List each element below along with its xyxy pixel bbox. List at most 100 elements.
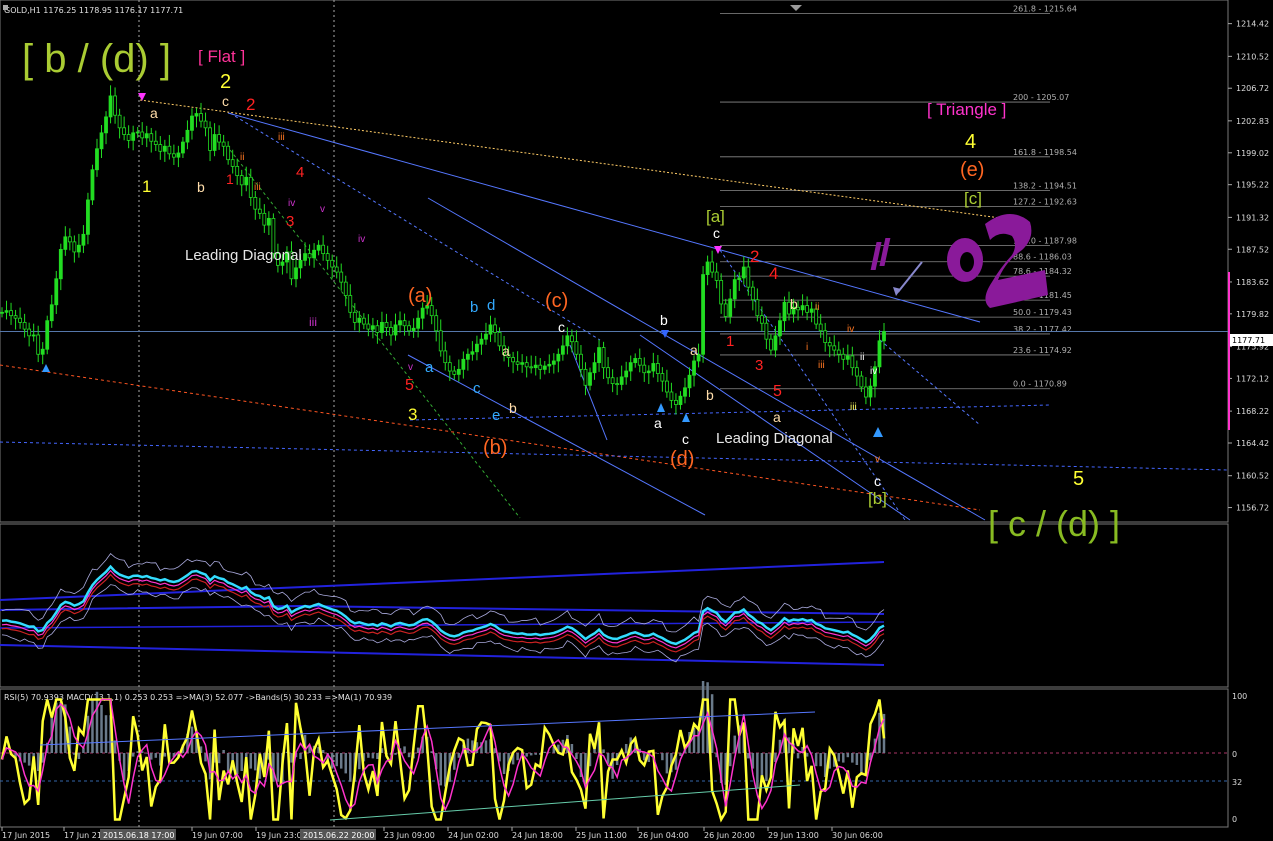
candle-body xyxy=(239,175,244,186)
price-tick-label: 1172.12 xyxy=(1236,374,1269,383)
candle-body xyxy=(221,141,226,147)
wave-mark: c xyxy=(682,431,689,447)
bracket-b-label: [b] xyxy=(868,489,887,508)
candle-body xyxy=(0,311,4,314)
wave-mark: iv xyxy=(358,234,365,245)
candle-body xyxy=(714,271,719,281)
candle-body xyxy=(832,345,837,351)
wave-mark: a xyxy=(425,359,434,376)
price-tick-label: 1191.32 xyxy=(1236,213,1269,222)
candle-body xyxy=(511,357,516,363)
time-highlight-label: 2015.06.18 17:00 xyxy=(103,831,174,840)
candle-body xyxy=(759,315,764,324)
candle-body xyxy=(674,399,678,405)
candle-body xyxy=(470,351,475,355)
candle-body xyxy=(542,365,547,370)
candle-body xyxy=(348,295,353,313)
candle-body xyxy=(755,299,760,317)
current-price-value: 1177.71 xyxy=(1232,336,1265,345)
candle-body xyxy=(104,116,108,134)
candle-body xyxy=(22,321,27,330)
price-tick-label: 1195.22 xyxy=(1236,181,1269,190)
paren-a-label: (a) xyxy=(408,285,432,307)
candle-body xyxy=(664,380,669,393)
wave-mark: 1 xyxy=(726,333,734,350)
candle-body xyxy=(257,208,262,214)
wave-mark: b xyxy=(470,299,478,316)
fib-level-label: 50.0 - 1179.43 xyxy=(1013,308,1072,317)
candle-body xyxy=(859,375,864,388)
candle-body xyxy=(705,261,710,275)
candle-body xyxy=(208,127,212,151)
candle-body xyxy=(655,363,660,374)
candle-body xyxy=(81,233,86,246)
candle-body xyxy=(588,372,592,386)
candle-body xyxy=(823,330,828,343)
candle-body xyxy=(597,347,601,364)
candle-body xyxy=(230,159,235,167)
time-tick-label: 24 Jun 18:00 xyxy=(512,831,563,840)
candle-body xyxy=(253,197,258,210)
candle-body xyxy=(176,152,181,158)
price-tick-label: 1179.82 xyxy=(1236,310,1269,319)
candle-body xyxy=(438,330,443,352)
candle-body xyxy=(95,148,99,171)
wave-mark: 5 xyxy=(1073,468,1084,490)
candle-body xyxy=(9,310,13,317)
leading-diagonal-label-1: Leading Diagonal xyxy=(185,247,302,264)
candle-body xyxy=(343,281,348,296)
candle-body xyxy=(570,335,574,343)
candle-body xyxy=(330,259,335,268)
time-tick-label: 24 Jun 02:00 xyxy=(448,831,499,840)
price-tick-label: 1214.42 xyxy=(1236,20,1269,29)
candle-body xyxy=(628,362,633,372)
candle-body xyxy=(484,333,488,340)
fib-level-label: 38.2 - 1177.42 xyxy=(1013,325,1072,334)
candle-body xyxy=(370,325,375,330)
candle-body xyxy=(76,244,81,253)
wave-mark: c xyxy=(558,319,565,335)
candle-body xyxy=(805,305,810,313)
header-arrow-icon xyxy=(3,5,8,10)
wave-mark: 4 xyxy=(965,131,976,153)
candle-body xyxy=(380,321,384,333)
fib-level-label: 0.0 - 1170.89 xyxy=(1013,380,1067,389)
wave-mark: c xyxy=(222,93,229,109)
candle-body xyxy=(882,331,886,342)
wave-mark: b xyxy=(197,179,205,195)
candle-body xyxy=(728,298,733,317)
candle-body xyxy=(149,133,154,142)
candle-body xyxy=(407,325,411,332)
time-tick-label: 19 Jun 23:00 xyxy=(256,831,307,840)
price-tick-label: 1187.52 xyxy=(1236,245,1269,254)
candle-body xyxy=(99,132,104,150)
candle-body xyxy=(610,377,615,385)
wave-mark: iii xyxy=(278,132,285,143)
candle-body xyxy=(398,320,402,326)
candle-body xyxy=(13,315,18,319)
rsi-axis: 100 0 32 0 xyxy=(1232,692,1247,824)
rsi-tick-bottom: 0 xyxy=(1232,815,1237,824)
candle-body xyxy=(601,347,606,369)
wave-mark: a xyxy=(690,342,698,358)
candle-body xyxy=(126,134,131,141)
wave-mark: 5 xyxy=(773,383,782,400)
price-tick-label: 1202.83 xyxy=(1236,117,1269,126)
wave-mark: b xyxy=(660,312,668,328)
candle-body xyxy=(108,95,113,118)
candle-body xyxy=(226,145,231,161)
candle-body xyxy=(692,360,696,376)
wave-mark: 2 xyxy=(750,247,759,266)
wave-mark: 4 xyxy=(296,164,304,181)
candle-body xyxy=(153,140,158,145)
candle-body xyxy=(475,343,479,353)
candle-body xyxy=(624,370,629,378)
candle-body xyxy=(140,131,145,139)
wave-mark: v xyxy=(408,362,413,373)
candle-body xyxy=(434,315,439,332)
wave-mark: 3 xyxy=(286,213,294,230)
candle-body xyxy=(203,120,208,129)
candle-body xyxy=(325,253,330,261)
fib-level-label: 161.8 - 1198.54 xyxy=(1013,148,1077,157)
candle-body xyxy=(316,244,321,251)
